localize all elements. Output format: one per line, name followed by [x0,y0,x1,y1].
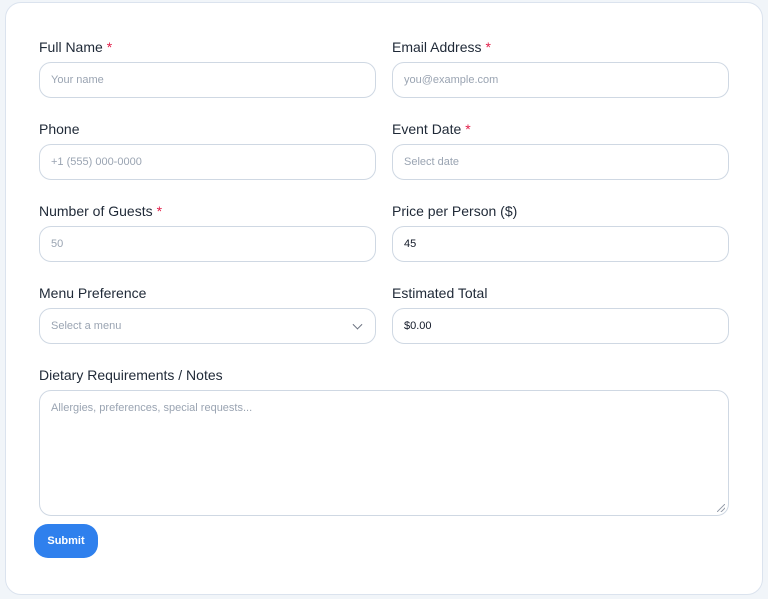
menu-label-text: Menu Preference [39,285,147,301]
phone-input[interactable]: +1 (555) 000-0000 [39,144,376,180]
estimated-total-input[interactable]: $0.00 [392,308,729,344]
phone-label-text: Phone [39,121,80,137]
menu-label: Menu Preference [39,284,146,302]
menu-selected-value: Select a menu [51,320,122,332]
email-input[interactable]: you@example.com [392,62,729,98]
notes-placeholder: Allergies, preferences, special requests… [51,402,253,414]
price-input[interactable]: 45 [392,226,729,262]
full-name-input[interactable]: Your name [39,62,376,98]
event-date-label-text: Event Date [392,121,462,137]
notes-field: Dietary Requirements / Notes Allergies, … [39,366,729,516]
required-mark: * [465,121,471,137]
price-label-text: Price per Person ($) [392,203,518,219]
required-mark: * [106,39,113,55]
estimated-total-label-text: Estimated Total [392,285,488,301]
price-field: Price per Person ($) 45 [392,202,729,262]
event-date-field: Event Date * Select date [392,120,729,180]
price-label: Price per Person ($) [392,202,517,220]
guests-label: Number of Guests * [39,202,162,220]
guests-field: Number of Guests * 50 [39,202,376,262]
notes-textarea[interactable]: Allergies, preferences, special requests… [39,390,729,516]
email-field: Email Address * you@example.com [392,38,729,98]
email-label: Email Address * [392,38,491,56]
full-name-label: Full Name * [39,38,112,56]
required-mark: * [156,203,163,219]
notes-label-text: Dietary Requirements / Notes [39,367,223,383]
guests-label-text: Number of Guests [39,203,153,219]
event-date-input[interactable]: Select date [392,144,729,180]
email-label-text: Email Address [392,39,482,55]
submit-button[interactable]: Submit [34,524,98,558]
menu-select[interactable]: Select a menu [39,308,376,344]
estimated-total-label: Estimated Total [392,284,487,302]
chevron-down-icon [352,319,363,330]
phone-label: Phone [39,120,79,138]
guests-input[interactable]: 50 [39,226,376,262]
resize-handle-icon[interactable] [717,504,725,512]
required-mark: * [485,39,491,55]
event-date-label: Event Date * [392,120,471,138]
estimated-total-field: Estimated Total $0.00 [392,284,729,344]
full-name-label-text: Full Name [39,39,103,55]
notes-label: Dietary Requirements / Notes [39,366,223,384]
phone-field: Phone +1 (555) 000-0000 [39,120,376,180]
menu-field: Menu Preference Select a menu [39,284,376,344]
full-name-field: Full Name * Your name [39,38,376,98]
